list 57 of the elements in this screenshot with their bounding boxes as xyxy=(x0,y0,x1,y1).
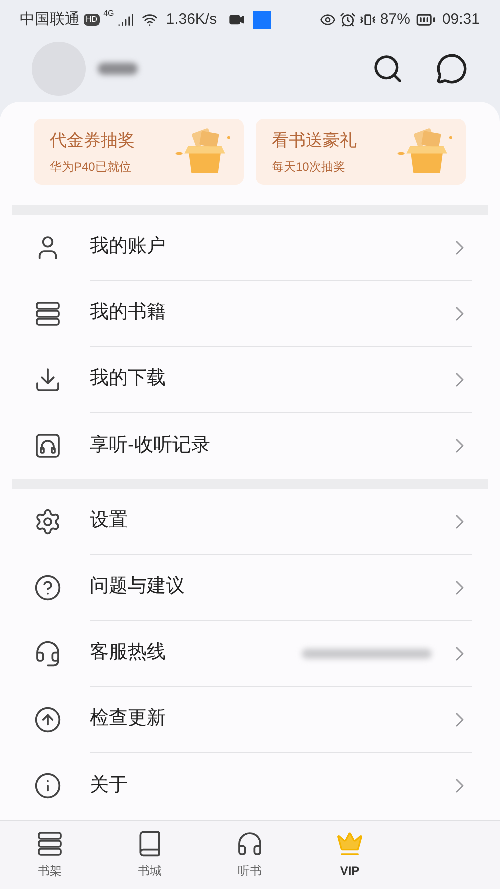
menu-item[interactable]: 检查更新 xyxy=(0,687,500,753)
alarm-icon xyxy=(340,12,356,28)
info-icon xyxy=(34,772,62,800)
app-notification-icon xyxy=(253,11,272,29)
menu-item[interactable]: 我的书籍 xyxy=(0,281,500,347)
download-icon xyxy=(34,366,62,394)
banner-title: 代金券抽奖 xyxy=(50,130,136,152)
menu-label: 问题与建议 xyxy=(90,575,186,600)
message-icon[interactable] xyxy=(436,53,468,85)
menu-label: 客服热线 xyxy=(90,641,167,666)
menu-label: 享听-收听记录 xyxy=(90,434,212,458)
books-icon xyxy=(36,830,64,858)
headphones-book-icon xyxy=(34,432,62,460)
banner-title: 看书送豪礼 xyxy=(272,130,358,152)
menu-label: 设置 xyxy=(90,509,129,534)
battery-percent: 87% xyxy=(380,10,410,30)
tab-label: VIP xyxy=(340,863,360,880)
tab-label: 书城 xyxy=(138,863,162,880)
menu-label: 检查更新 xyxy=(90,707,167,732)
blurred-username xyxy=(98,63,138,75)
books-icon xyxy=(34,300,62,328)
banner-subtitle: 华为P40已就位 xyxy=(50,158,132,176)
nav-tab[interactable]: VIP xyxy=(300,821,400,889)
tab-label: 书架 xyxy=(38,863,62,880)
tab-label: 听书 xyxy=(238,863,262,880)
question-icon xyxy=(34,574,62,602)
nav-tab[interactable]: 书城 xyxy=(100,821,200,889)
hd-badge: HD xyxy=(84,14,100,26)
menu-label: 我的账户 xyxy=(90,235,167,260)
promo-banner[interactable]: 代金券抽奖 华为P40已就位 xyxy=(34,119,244,185)
menu-item[interactable]: 我的账户 xyxy=(0,215,500,281)
menu-item[interactable]: 问题与建议 xyxy=(0,555,500,621)
headphones-icon xyxy=(236,830,264,858)
nav-tab[interactable]: 书架 xyxy=(0,821,100,889)
menu-label: 我的书籍 xyxy=(90,301,167,326)
menu-item[interactable]: 我的下载 xyxy=(0,347,500,413)
settings-icon xyxy=(34,508,62,536)
search-icon[interactable] xyxy=(372,53,404,85)
carrier-name: 中国联通 xyxy=(20,10,80,30)
menu-label: 我的下载 xyxy=(90,367,167,392)
menu-item[interactable]: 设置 xyxy=(0,489,500,555)
signal-icon xyxy=(118,12,134,28)
menu-item[interactable]: 关于 xyxy=(0,753,500,819)
wifi-icon xyxy=(142,12,158,28)
headset-icon xyxy=(34,640,62,668)
menu-label: 关于 xyxy=(90,774,129,798)
arrow-up-circle-icon xyxy=(34,706,62,734)
network-type: 4G xyxy=(104,8,114,20)
eye-icon xyxy=(320,12,336,28)
banner-subtitle: 每天10次抽奖 xyxy=(272,158,346,176)
vibrate-icon xyxy=(360,12,376,28)
menu-item[interactable]: 享听-收听记录 xyxy=(0,413,500,479)
clock-time: 09:31 xyxy=(442,10,480,30)
menu-item[interactable]: 客服热线 xyxy=(0,621,500,687)
promo-banner[interactable]: 看书送豪礼 每天10次抽奖 xyxy=(256,119,466,185)
nav-tab[interactable]: 听书 xyxy=(200,821,300,889)
network-speed: 1.36K/s xyxy=(166,10,218,30)
